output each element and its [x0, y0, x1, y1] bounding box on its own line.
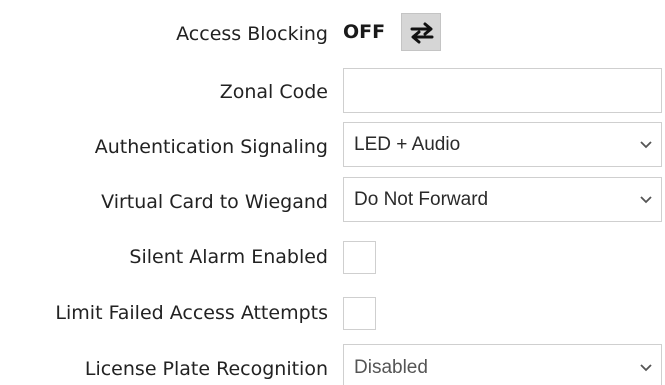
virtual-card-label: Virtual Card to Wiegand	[101, 191, 328, 213]
authentication-signaling-select[interactable]: LED + Audio	[343, 122, 662, 167]
silent-alarm-checkbox[interactable]	[343, 241, 376, 274]
chevron-down-icon	[640, 195, 652, 203]
zonal-code-label: Zonal Code	[219, 81, 328, 103]
swap-arrows-icon	[410, 22, 434, 44]
authentication-signaling-label: Authentication Signaling	[94, 136, 328, 158]
access-blocking-status: OFF	[343, 21, 386, 43]
license-plate-select[interactable]: Disabled	[343, 344, 662, 385]
license-plate-value: Disabled	[354, 357, 428, 378]
license-plate-label: License Plate Recognition	[84, 358, 328, 380]
limit-failed-attempts-checkbox[interactable]	[343, 297, 376, 330]
limit-failed-attempts-label: Limit Failed Access Attempts	[55, 302, 328, 324]
access-blocking-label: Access Blocking	[176, 23, 328, 45]
virtual-card-value: Do Not Forward	[354, 188, 489, 210]
chevron-down-icon	[640, 364, 652, 372]
virtual-card-select[interactable]: Do Not Forward	[343, 177, 662, 222]
access-blocking-toggle-button[interactable]	[401, 13, 441, 51]
chevron-down-icon	[640, 140, 652, 148]
silent-alarm-label: Silent Alarm Enabled	[129, 246, 328, 268]
authentication-signaling-value: LED + Audio	[354, 133, 461, 155]
zonal-code-input[interactable]	[343, 68, 662, 113]
